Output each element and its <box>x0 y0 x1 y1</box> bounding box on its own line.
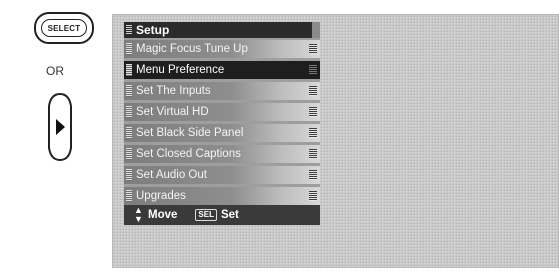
select-button-label: SELECT <box>41 19 87 37</box>
up-down-arrows-icon: ▲ ▼ <box>134 205 143 224</box>
set-hint-label: Set <box>220 209 239 221</box>
menu-item-label: Set Virtual HD <box>136 106 209 118</box>
menu-item-set-closed-captions[interactable]: Set Closed Captions <box>124 145 320 163</box>
move-hint-label: Move <box>148 209 178 221</box>
menu-item-upgrades[interactable]: Upgrades <box>124 187 320 205</box>
dpad-right-arrow-icon[interactable] <box>43 92 77 162</box>
menu-item-label: Set The Inputs <box>136 85 211 97</box>
menu-item-label: Magic Focus Tune Up <box>136 43 248 55</box>
remote-hint-panel: SELECT OR <box>0 0 112 279</box>
menu-item-magic-focus-tune-up[interactable]: Magic Focus Tune Up <box>124 40 320 58</box>
menu-item-label: Menu Preference <box>136 64 225 76</box>
menu-item-label: Upgrades <box>136 190 186 202</box>
menu-item-set-the-inputs[interactable]: Set The Inputs <box>124 82 320 100</box>
menu-title: Setup <box>124 22 320 38</box>
or-label: OR <box>46 64 64 78</box>
menu-item-menu-preference[interactable]: Menu Preference <box>124 61 320 79</box>
menu-item-label: Set Black Side Panel <box>136 127 244 139</box>
menu-item-list: Magic Focus Tune Up Menu Preference Set … <box>124 38 320 205</box>
sel-key-icon: SEL <box>195 209 217 221</box>
menu-item-set-audio-out[interactable]: Set Audio Out <box>124 166 320 184</box>
menu-footer-hint: ▲ ▼ Move SEL Set <box>124 205 320 225</box>
menu-item-set-black-side-panel[interactable]: Set Black Side Panel <box>124 124 320 142</box>
select-button[interactable]: SELECT <box>34 12 94 44</box>
setup-menu: Setup Magic Focus Tune Up Menu Preferenc… <box>124 22 320 225</box>
menu-item-set-virtual-hd[interactable]: Set Virtual HD <box>124 103 320 121</box>
menu-item-label: Set Audio Out <box>136 169 207 181</box>
menu-item-label: Set Closed Captions <box>136 148 241 160</box>
